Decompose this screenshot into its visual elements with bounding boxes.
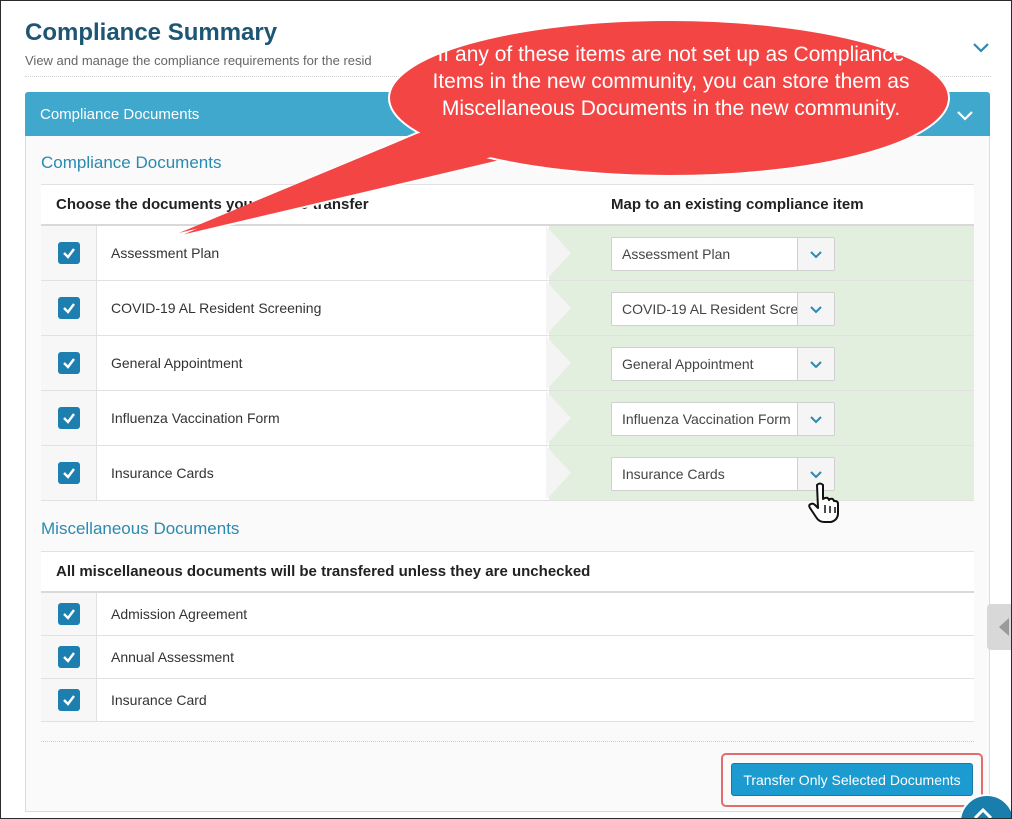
document-checkbox[interactable]: [57, 407, 80, 429]
misc-heading: Miscellaneous Documents: [41, 519, 240, 538]
compliance-item-select[interactable]: General Appointment: [611, 347, 835, 381]
select-value: COVID-19 AL Resident Screening: [622, 301, 797, 317]
divider: [41, 741, 974, 742]
chevron-down-icon[interactable]: [971, 37, 991, 57]
transfer-selected-button[interactable]: Transfer Only Selected Documents: [731, 763, 973, 796]
select-value: Assessment Plan: [622, 246, 731, 262]
table-row: Annual Assessment: [41, 636, 974, 679]
table-row: COVID-19 AL Resident Screening COVID-19 A…: [41, 281, 974, 336]
chevron-down-icon[interactable]: [797, 238, 834, 270]
checkbox-cell: [41, 593, 97, 635]
document-name: Annual Assessment: [111, 649, 234, 665]
compliance-item-select[interactable]: Influenza Vaccination Form: [611, 402, 835, 436]
column-header-map: Map to an existing compliance item: [611, 196, 864, 213]
document-name: Influenza Vaccination Form: [111, 410, 280, 426]
section-header-label: Compliance Documents: [40, 106, 200, 123]
document-name: Assessment Plan: [111, 245, 220, 261]
chevron-left-icon: [999, 618, 1009, 636]
checkbox-cell: [41, 679, 97, 721]
checkbox-cell: [41, 636, 97, 678]
document-checkbox[interactable]: [57, 297, 80, 319]
column-header-choose: Choose the documents you wish to transfe…: [56, 196, 369, 213]
arrow-divider: [546, 391, 571, 445]
page-title: Compliance Summary: [25, 19, 278, 46]
table-header: Choose the documents you wish to transfe…: [41, 184, 974, 226]
checkbox-cell: [41, 446, 97, 500]
chevron-down-icon[interactable]: [797, 293, 834, 325]
table-row: Influenza Vaccination Form Influenza Vacc…: [41, 391, 974, 446]
check-icon: [62, 607, 76, 621]
check-icon: [62, 466, 76, 480]
compliance-table: Choose the documents you wish to transfe…: [41, 184, 974, 501]
document-name: Insurance Cards: [111, 465, 214, 481]
misc-table: All miscellaneous documents will be tran…: [41, 551, 974, 722]
compliance-heading: Compliance Documents: [41, 153, 222, 172]
document-checkbox[interactable]: [57, 689, 80, 711]
document-checkbox[interactable]: [57, 462, 80, 484]
chevron-down-icon[interactable]: [955, 105, 975, 125]
checkbox-cell: [41, 281, 97, 335]
compliance-item-select[interactable]: Assessment Plan: [611, 237, 835, 271]
document-checkbox[interactable]: [57, 646, 80, 668]
checkbox-cell: [41, 391, 97, 445]
table-row: General Appointment General Appointment: [41, 336, 974, 391]
check-icon: [62, 246, 76, 260]
check-icon: [62, 301, 76, 315]
hand-cursor-icon: [808, 482, 839, 523]
callout-text: If any of these items are not set up as …: [432, 43, 910, 120]
arrow-divider: [546, 281, 571, 335]
chevron-down-icon[interactable]: [797, 403, 834, 435]
document-checkbox[interactable]: [57, 352, 80, 374]
table-header: All miscellaneous documents will be tran…: [41, 551, 974, 593]
side-panel-tab[interactable]: [987, 604, 1011, 650]
select-value: Insurance Cards: [622, 466, 725, 482]
table-row: Assessment Plan Assessment Plan: [41, 226, 974, 281]
arrow-divider: [546, 226, 571, 280]
compliance-item-select[interactable]: COVID-19 AL Resident Screening: [611, 292, 835, 326]
checkbox-cell: [41, 226, 97, 280]
table-row: Admission Agreement: [41, 593, 974, 636]
checkbox-cell: [41, 336, 97, 390]
document-name: COVID-19 AL Resident Screening: [111, 300, 322, 316]
chevron-down-icon[interactable]: [797, 348, 834, 380]
check-icon: [62, 650, 76, 664]
document-checkbox[interactable]: [57, 603, 80, 625]
document-name: General Appointment: [111, 355, 243, 371]
check-icon: [62, 356, 76, 370]
scroll-to-top-button[interactable]: [959, 794, 1011, 818]
arrow-divider: [546, 446, 571, 500]
table-row: Insurance Card: [41, 679, 974, 722]
document-name: Insurance Card: [111, 692, 207, 708]
document-checkbox[interactable]: [57, 242, 80, 264]
select-value: Influenza Vaccination Form: [622, 411, 791, 427]
page-subtitle: View and manage the compliance requireme…: [25, 53, 372, 68]
document-name: Admission Agreement: [111, 606, 248, 622]
check-icon: [62, 411, 76, 425]
misc-note: All miscellaneous documents will be tran…: [56, 563, 591, 580]
check-icon: [62, 693, 76, 707]
arrow-divider: [546, 336, 571, 390]
select-value: General Appointment: [622, 356, 754, 372]
chevron-up-icon: [973, 807, 993, 818]
window-frame: Compliance Summary View and manage the c…: [0, 0, 1012, 819]
compliance-item-select[interactable]: Insurance Cards: [611, 457, 835, 491]
